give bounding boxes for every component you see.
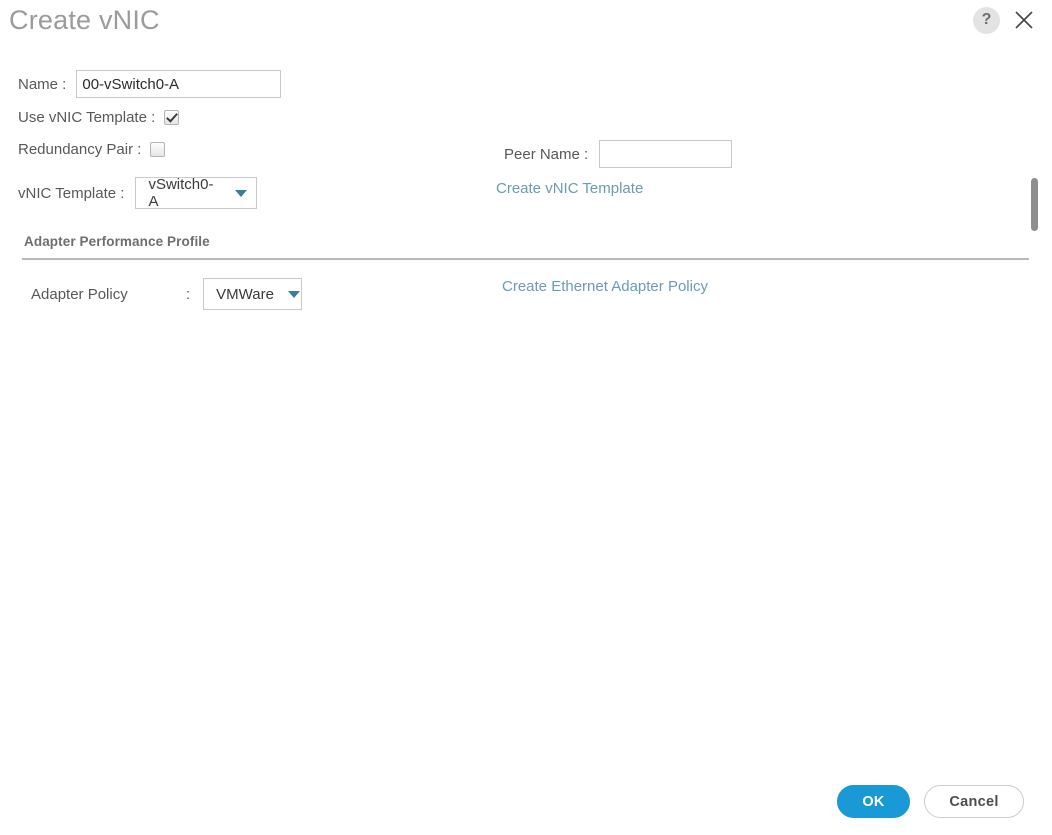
dialog-footer: OK Cancel	[837, 785, 1024, 818]
vnic-template-select[interactable]: vSwitch0-A	[135, 176, 258, 210]
name-label: Name :	[18, 75, 67, 93]
page-title: Create vNIC	[9, 5, 160, 35]
use-vnic-template-label: Use vNIC Template :	[18, 109, 156, 126]
section-divider	[22, 258, 1029, 260]
chevron-down-icon	[235, 189, 248, 197]
close-icon[interactable]	[1010, 6, 1038, 34]
vnic-template-label: vNIC Template :	[18, 184, 125, 202]
name-row: Name :	[18, 70, 282, 98]
adapter-policy-colon: :	[186, 285, 191, 303]
dialog-header-actions: ?	[973, 6, 1038, 34]
redundancy-pair-label: Redundancy Pair :	[18, 141, 142, 158]
chevron-down-icon	[287, 290, 300, 298]
create-ethernet-adapter-policy-link[interactable]: Create Ethernet Adapter Policy	[502, 278, 708, 295]
redundancy-pair-checkbox[interactable]	[150, 142, 166, 157]
vnic-template-row: vNIC Template : vSwitch0-A	[18, 176, 258, 210]
peer-name-label: Peer Name :	[504, 145, 589, 163]
vnic-template-selected-value: vSwitch0-A	[148, 176, 214, 210]
adapter-policy-selected-value: VMWare	[216, 285, 274, 303]
vertical-scrollbar-thumb[interactable]	[1031, 178, 1038, 231]
adapter-policy-select[interactable]: VMWare	[203, 278, 303, 310]
ok-button[interactable]: OK	[837, 785, 910, 818]
peer-name-row: Peer Name :	[504, 140, 733, 168]
help-icon[interactable]: ?	[973, 6, 1000, 34]
adapter-performance-profile-heading: Adapter Performance Profile	[24, 234, 210, 249]
peer-name-input[interactable]	[599, 140, 733, 168]
cancel-button[interactable]: Cancel	[924, 785, 1024, 818]
use-vnic-template-checkbox[interactable]	[164, 110, 180, 125]
create-vnic-template-link[interactable]: Create vNIC Template	[496, 180, 643, 197]
use-vnic-template-row: Use vNIC Template :	[18, 109, 180, 126]
adapter-policy-row: Adapter Policy : VMWare	[31, 278, 303, 310]
name-input[interactable]	[76, 70, 282, 98]
adapter-policy-label: Adapter Policy	[31, 285, 128, 303]
redundancy-pair-row: Redundancy Pair :	[18, 141, 166, 158]
create-vnic-dialog: Create vNIC ? Name : Use vNIC Template :…	[0, 0, 1052, 835]
